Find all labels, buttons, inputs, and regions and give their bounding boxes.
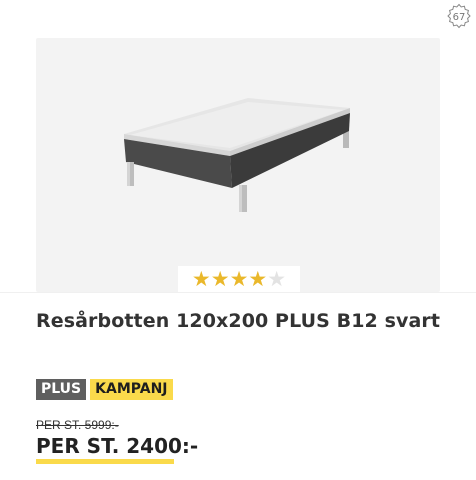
- star-icon: ★: [191, 267, 211, 291]
- product-card[interactable]: 67 ★ ★ ★ ★ ★ Resårbotten 120x200 PLUS B1…: [0, 0, 476, 480]
- divider: [0, 292, 476, 293]
- badge-seal-icon: 67: [447, 3, 471, 29]
- product-image-box[interactable]: [36, 38, 440, 292]
- star-icon: ★: [210, 267, 230, 291]
- star-icon: ★: [229, 267, 249, 291]
- price-highlight: [36, 459, 174, 464]
- product-title[interactable]: Resårbotten 120x200 PLUS B12 svart: [36, 310, 456, 332]
- watermark-text: 67: [453, 12, 466, 23]
- old-price: PER ST. 5999:-: [36, 418, 119, 432]
- current-price: PER ST. 2400:-: [36, 434, 199, 458]
- plus-badge: PLUS: [36, 379, 87, 400]
- badge-group: PLUS KAMPANJ: [36, 379, 173, 400]
- star-icon: ★: [248, 267, 268, 291]
- star-empty-icon: ★: [267, 267, 287, 291]
- star-rating: ★ ★ ★ ★ ★: [178, 266, 300, 292]
- kampanj-badge: KAMPANJ: [90, 379, 173, 400]
- bed-icon: [124, 98, 350, 212]
